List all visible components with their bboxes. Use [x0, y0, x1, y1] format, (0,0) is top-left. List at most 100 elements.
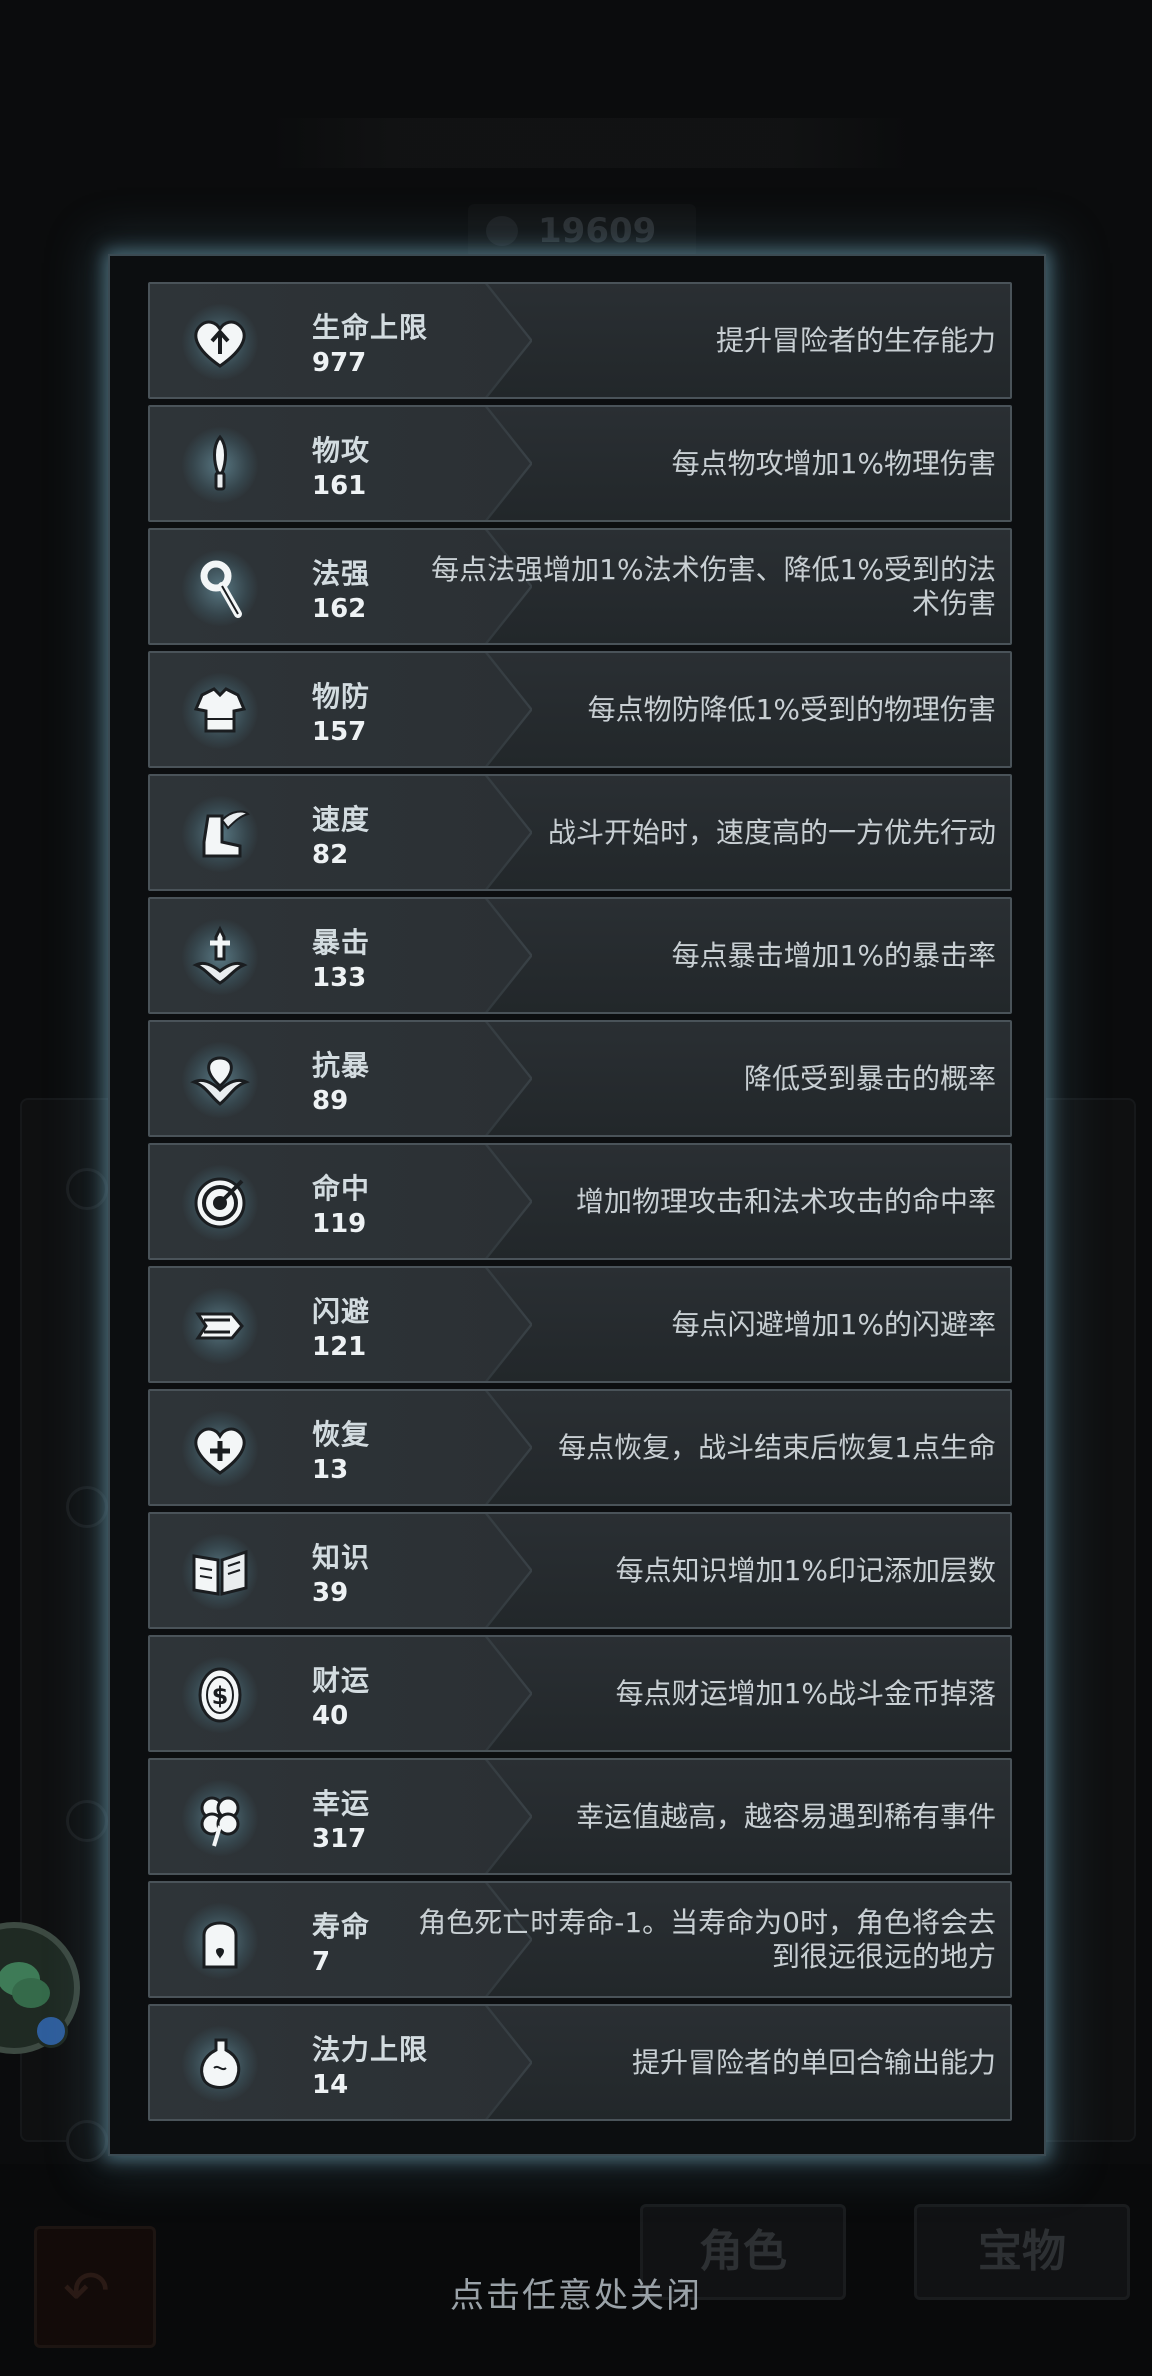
stat-value: 119 — [312, 1209, 367, 1239]
stat-value: 82 — [312, 840, 349, 870]
stat-value: 14 — [312, 2070, 349, 2100]
stat-description: 角色死亡时寿命-1。当寿命为0时，角色将会去到很远很远的地方 — [406, 1883, 996, 1996]
stat-row: 生命上限 977 提升冒险者的生存能力 — [148, 282, 1012, 399]
stat-description: 每点恢复，战斗结束后恢复1点生命 — [406, 1391, 996, 1504]
stat-description-text: 幸运值越高，越容易遇到稀有事件 — [575, 1799, 996, 1833]
stat-row: 速度 82 战斗开始时，速度高的一方优先行动 — [148, 774, 1012, 891]
stat-value: 162 — [312, 594, 367, 624]
staff-icon — [182, 550, 258, 626]
stat-value: 89 — [312, 1086, 349, 1116]
stat-description: 降低受到暴击的概率 — [406, 1022, 996, 1135]
stat-name: 物防 — [312, 680, 371, 713]
stat-description-text: 每点暴击增加1%的暴击率 — [671, 938, 996, 972]
stat-name: 物攻 — [312, 434, 371, 467]
armor-icon — [182, 673, 258, 749]
stat-name: 命中 — [312, 1172, 371, 1205]
stat-description: 每点物攻增加1%物理伤害 — [406, 407, 996, 520]
coin-icon: $ — [182, 1657, 258, 1733]
stat-row: 法力上限 14 提升冒险者的单回合输出能力 — [148, 2004, 1012, 2121]
background-slot — [66, 1168, 108, 1210]
background-slot — [66, 1486, 108, 1528]
stat-row: 法强 162 每点法强增加1%法术伤害、降低1%受到的法术伤害 — [148, 528, 1012, 645]
stat-description: 每点知识增加1%印记添加层数 — [406, 1514, 996, 1627]
stat-description-text: 每点物攻增加1%物理伤害 — [671, 446, 996, 480]
background-slot — [66, 2120, 108, 2162]
stat-name: 恢复 — [312, 1418, 371, 1451]
stat-name: 知识 — [312, 1541, 371, 1574]
stat-description-text: 每点恢复，战斗结束后恢复1点生命 — [558, 1430, 996, 1464]
stat-description-text: 提升冒险者的单回合输出能力 — [631, 2045, 996, 2079]
stat-name: 幸运 — [312, 1787, 371, 1820]
stat-description: 提升冒险者的单回合输出能力 — [406, 2006, 996, 2119]
stat-row: 寿命 7 角色死亡时寿命-1。当寿命为0时，角色将会去到很远很远的地方 — [148, 1881, 1012, 1998]
stat-value: 317 — [312, 1824, 367, 1854]
chat-bubble-icon-2 — [12, 1978, 50, 2008]
stat-description: 每点物防降低1%受到的物理伤害 — [406, 653, 996, 766]
book-icon — [182, 1534, 258, 1610]
background-score-value: 19609 — [538, 211, 657, 251]
stats-modal: 生命上限 977 提升冒险者的生存能力 物攻 161 每点物攻增加1%物理伤害 法强 162 每… — [108, 254, 1046, 2156]
stat-description: 增加物理攻击和法术攻击的命中率 — [406, 1145, 996, 1258]
heart-arrow-icon — [182, 304, 258, 380]
stat-row: 命中 119 增加物理攻击和法术攻击的命中率 — [148, 1143, 1012, 1260]
stat-value: 13 — [312, 1455, 349, 1485]
mana-flask-icon — [182, 2026, 258, 2102]
stat-row: $ 财运 40 每点财运增加1%战斗金币掉落 — [148, 1635, 1012, 1752]
stat-description-text: 每点物防降低1%受到的物理伤害 — [587, 692, 996, 726]
stat-description: 每点暴击增加1%的暴击率 — [406, 899, 996, 1012]
stat-description: 每点闪避增加1%的闪避率 — [406, 1268, 996, 1381]
stat-row: 闪避 121 每点闪避增加1%的闪避率 — [148, 1266, 1012, 1383]
stat-value: 39 — [312, 1578, 349, 1608]
stat-description-text: 每点法强增加1%法术伤害、降低1%受到的法术伤害 — [431, 552, 996, 620]
heart-plus-icon — [182, 1411, 258, 1487]
stat-name: 寿命 — [312, 1910, 371, 1943]
background-slot — [66, 1800, 108, 1842]
stat-name: 抗暴 — [312, 1049, 371, 1082]
stat-row: 暴击 133 每点暴击增加1%的暴击率 — [148, 897, 1012, 1014]
stat-description-text: 降低受到暴击的概率 — [743, 1061, 996, 1095]
stat-value: 161 — [312, 471, 367, 501]
stat-description-text: 角色死亡时寿命-1。当寿命为0时，角色将会去到很远很远的地方 — [418, 1905, 996, 1973]
target-icon — [182, 1165, 258, 1241]
close-hint[interactable]: 点击任意处关闭 — [0, 2268, 1152, 2317]
stat-value: 977 — [312, 348, 367, 378]
stat-row: 物防 157 每点物防降低1%受到的物理伤害 — [148, 651, 1012, 768]
stat-description-text: 增加物理攻击和法术攻击的命中率 — [575, 1184, 996, 1218]
stat-value: 121 — [312, 1332, 367, 1362]
stat-value: 133 — [312, 963, 367, 993]
crit-shield-icon — [182, 1042, 258, 1118]
stat-description-text: 每点闪避增加1%的闪避率 — [671, 1307, 996, 1341]
tombstone-icon — [182, 1903, 258, 1979]
stat-name: 财运 — [312, 1664, 371, 1697]
stat-description: 战斗开始时，速度高的一方优先行动 — [406, 776, 996, 889]
background-score: 19609 — [468, 204, 697, 258]
chat-badge — [34, 2014, 68, 2048]
stat-row: 抗暴 89 降低受到暴击的概率 — [148, 1020, 1012, 1137]
stat-row: 幸运 317 幸运值越高，越容易遇到稀有事件 — [148, 1758, 1012, 1875]
stat-name: 暴击 — [312, 926, 371, 959]
stat-description-text: 每点财运增加1%战斗金币掉落 — [615, 1676, 996, 1710]
stat-value: 40 — [312, 1701, 349, 1731]
stat-row: 知识 39 每点知识增加1%印记添加层数 — [148, 1512, 1012, 1629]
stats-list: 生命上限 977 提升冒险者的生存能力 物攻 161 每点物攻增加1%物理伤害 法强 162 每… — [148, 282, 1012, 2127]
stat-name: 速度 — [312, 803, 371, 836]
stat-description-text: 提升冒险者的生存能力 — [715, 323, 996, 357]
stat-row: 物攻 161 每点物攻增加1%物理伤害 — [148, 405, 1012, 522]
stat-value: 157 — [312, 717, 367, 747]
stat-name: 闪避 — [312, 1295, 371, 1328]
stat-name: 法强 — [312, 557, 371, 590]
sword-icon — [182, 427, 258, 503]
score-icon — [486, 216, 518, 246]
crit-sword-icon — [182, 919, 258, 995]
stat-value: 7 — [312, 1947, 331, 1977]
clover-icon — [182, 1780, 258, 1856]
stat-row: 恢复 13 每点恢复，战斗结束后恢复1点生命 — [148, 1389, 1012, 1506]
stat-description: 幸运值越高，越容易遇到稀有事件 — [406, 1760, 996, 1873]
stat-description: 每点法强增加1%法术伤害、降低1%受到的法术伤害 — [406, 530, 996, 643]
winged-boot-icon — [182, 796, 258, 872]
stat-description: 提升冒险者的生存能力 — [406, 284, 996, 397]
stat-description: 每点财运增加1%战斗金币掉落 — [406, 1637, 996, 1750]
stat-description-text: 战斗开始时，速度高的一方优先行动 — [547, 815, 996, 849]
background-title-banner — [270, 118, 910, 168]
svg-text:$: $ — [212, 1682, 229, 1710]
